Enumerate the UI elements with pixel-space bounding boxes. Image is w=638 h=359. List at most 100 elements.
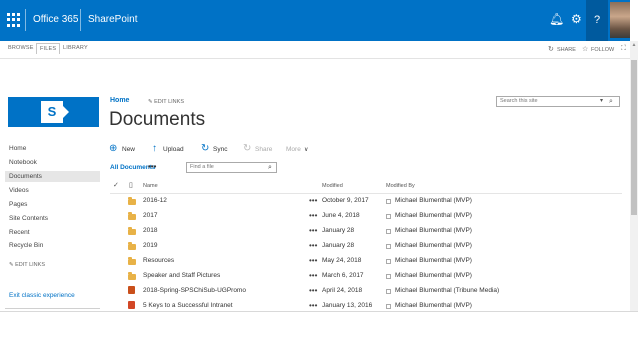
row-name[interactable]: 2016-12	[143, 197, 167, 204]
tab-library[interactable]: LIBRARY	[63, 45, 88, 51]
row-name[interactable]: 2018-Spring-SPSChiSub-UGPromo	[143, 287, 246, 294]
exit-classic-link[interactable]: Exit classic experience	[9, 292, 75, 299]
find-file-input[interactable]: Find a file	[186, 162, 277, 173]
row-modified: May 24, 2018	[322, 257, 362, 264]
sidebar-item-videos[interactable]: Videos	[9, 187, 29, 194]
share-icon[interactable]: ↻	[243, 143, 251, 154]
row-modified: January 28	[322, 242, 355, 249]
ribbon	[0, 41, 630, 59]
bell-icon[interactable]: 🔔︎	[549, 12, 564, 26]
header-divider	[110, 193, 622, 194]
sidebar-item-documents[interactable]: Documents	[5, 171, 100, 182]
presence-icon	[386, 229, 391, 234]
pencil-icon: ✎	[9, 262, 14, 268]
row-name[interactable]: 5 Keys to a Successful Intranet	[143, 302, 233, 309]
row-name[interactable]: Resources	[143, 257, 174, 264]
logo-arrow-icon	[63, 106, 69, 118]
sidebar-item-site-contents[interactable]: Site Contents	[9, 215, 48, 222]
row-more-dots[interactable]: •••	[309, 226, 317, 235]
row-modified: January 28	[322, 227, 355, 234]
row-more-dots[interactable]: •••	[309, 301, 317, 310]
select-all-check-icon[interactable]: ✓	[113, 181, 119, 189]
breadcrumb-edit-links[interactable]: ✎ EDIT LINKS	[148, 99, 184, 105]
row-more-dots[interactable]: •••	[309, 211, 317, 220]
row-name[interactable]: 2019	[143, 242, 157, 249]
row-more-dots[interactable]: •••	[309, 271, 317, 280]
sidebar-item-home[interactable]: Home	[9, 145, 26, 152]
sidebar-item-pages[interactable]: Pages	[9, 201, 27, 208]
row-modified-by[interactable]: Michael Blumenthal (Tribune Media)	[395, 287, 499, 294]
office365-link[interactable]: Office 365	[33, 14, 78, 25]
sidebar-item-recent[interactable]: Recent	[9, 229, 30, 236]
row-modified-by[interactable]: Michael Blumenthal (MVP)	[395, 227, 472, 234]
sync-icon[interactable]: ↻	[201, 143, 209, 154]
row-modified-by[interactable]: Michael Blumenthal (MVP)	[395, 302, 472, 309]
powerpoint-file-icon	[128, 286, 135, 294]
row-more-dots[interactable]: •••	[309, 256, 317, 265]
more-button[interactable]: More	[286, 146, 301, 153]
nav-divider	[5, 308, 100, 309]
nav-edit-links[interactable]: ✎ EDIT LINKS	[9, 262, 45, 268]
star-icon[interactable]: ☆	[582, 45, 588, 53]
upload-icon[interactable]: ↑	[152, 143, 157, 154]
sync-button[interactable]: Sync	[213, 146, 227, 153]
chevron-down-icon[interactable]: ▾	[600, 96, 603, 107]
row-modified-by[interactable]: Michael Blumenthal (MVP)	[395, 242, 472, 249]
row-modified: October 9, 2017	[322, 197, 369, 204]
search-icon[interactable]: ⌕	[268, 162, 272, 173]
folder-icon	[128, 227, 136, 235]
row-name[interactable]: 2018	[143, 227, 157, 234]
row-modified-by[interactable]: Michael Blumenthal (MVP)	[395, 272, 472, 279]
share-button[interactable]: Share	[255, 146, 272, 153]
row-modified: January 13, 2016	[322, 302, 373, 309]
gear-icon[interactable]: ⚙	[571, 12, 582, 26]
row-modified: March 6, 2017	[322, 272, 364, 279]
avatar[interactable]	[610, 2, 630, 38]
new-button[interactable]: New	[122, 146, 135, 153]
folder-icon	[128, 257, 136, 265]
file-type-icon: ▯	[129, 182, 133, 189]
folder-icon	[128, 272, 136, 280]
column-header-modified[interactable]: Modified	[322, 183, 343, 189]
help-button[interactable]: ?	[586, 0, 608, 41]
row-modified-by[interactable]: Michael Blumenthal (MVP)	[395, 212, 472, 219]
tab-browse[interactable]: BROWSE	[8, 45, 34, 51]
page-bottom	[0, 311, 638, 359]
upload-button[interactable]: Upload	[163, 146, 184, 153]
row-more-dots[interactable]: •••	[309, 241, 317, 250]
row-name[interactable]: Speaker and Staff Pictures	[143, 272, 220, 279]
presence-icon	[386, 274, 391, 279]
focus-icon[interactable]: ⛶	[621, 45, 626, 53]
view-more-dots[interactable]: •••	[148, 162, 156, 171]
presence-icon	[386, 259, 391, 264]
share-icon[interactable]: ↻	[548, 45, 554, 53]
chevron-down-icon[interactable]: ∨	[304, 146, 308, 153]
nav-edit-links-label: EDIT LINKS	[15, 262, 45, 268]
follow-button[interactable]: FOLLOW	[591, 47, 614, 53]
share-button[interactable]: SHARE	[557, 47, 576, 53]
column-header-name[interactable]: Name	[143, 183, 158, 189]
row-modified-by[interactable]: Michael Blumenthal (MVP)	[395, 257, 472, 264]
tab-files[interactable]: FILES	[36, 43, 61, 54]
folder-icon	[128, 242, 136, 250]
sharepoint-link[interactable]: SharePoint	[88, 14, 137, 25]
row-more-dots[interactable]: •••	[309, 286, 317, 295]
column-header-modified-by[interactable]: Modified By	[386, 183, 415, 189]
breadcrumb-edit-links-label: EDIT LINKS	[154, 99, 184, 105]
powerpoint-file-icon	[128, 301, 135, 309]
row-more-dots[interactable]: •••	[309, 196, 317, 205]
row-name[interactable]: 2017	[143, 212, 157, 219]
row-modified-by[interactable]: Michael Blumenthal (MVP)	[395, 197, 472, 204]
sidebar-item-notebook[interactable]: Notebook	[9, 159, 37, 166]
sidebar-item-recycle-bin[interactable]: Recycle Bin	[9, 242, 43, 249]
search-icon[interactable]: ⌕	[609, 96, 613, 107]
presence-icon	[386, 304, 391, 309]
scroll-up-icon[interactable]: ▲	[631, 42, 637, 48]
folder-icon	[128, 197, 136, 205]
presence-icon	[386, 289, 391, 294]
presence-icon	[386, 244, 391, 249]
app-launcher-icon[interactable]	[7, 13, 21, 27]
breadcrumb-home[interactable]: Home	[110, 97, 129, 104]
scrollbar-thumb[interactable]	[631, 60, 637, 215]
new-icon[interactable]: ⊕	[109, 143, 117, 154]
